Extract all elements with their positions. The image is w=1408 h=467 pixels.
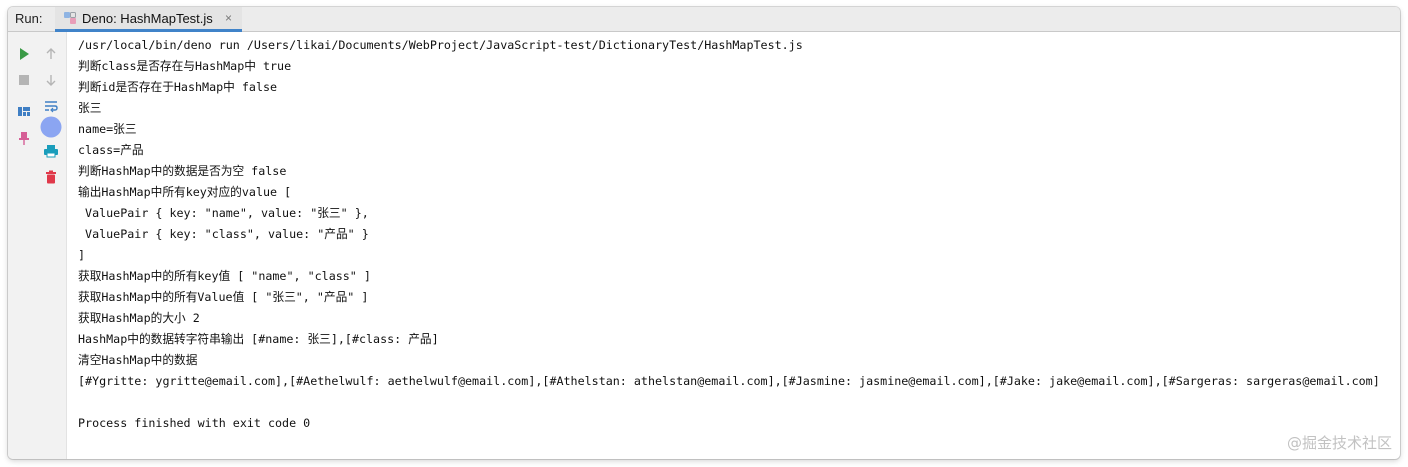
run-tab-bar: Run: Deno: HashMapTest.js × (8, 7, 1400, 32)
console-line: ValuePair { key: "name", value: "张三" }, (78, 206, 369, 220)
console-line: [#Ygritte: ygritte@email.com],[#Aethelwu… (78, 374, 1380, 388)
console-line: 判断id是否存在于HashMap中 false (78, 80, 278, 94)
tab-title: Deno: HashMapTest.js (82, 11, 213, 26)
console-output[interactable]: /usr/local/bin/deno run /Users/likai/Doc… (78, 35, 1400, 434)
run-toolbar (8, 32, 67, 459)
layout-icon[interactable] (16, 103, 32, 119)
console-line: Process finished with exit code 0 (78, 416, 311, 430)
console-line: 清空HashMap中的数据 (78, 353, 198, 367)
down-arrow-icon[interactable] (43, 72, 59, 88)
watermark: @掘金技术社区 (1286, 434, 1392, 452)
console-line: 输出HashMap中所有key对应的value [ (78, 185, 292, 199)
pin-icon[interactable] (16, 130, 32, 146)
console-line: ] (78, 248, 86, 262)
console-line: 获取HashMap的大小 2 (78, 311, 200, 325)
console-line: 判断HashMap中的数据是否为空 false (78, 164, 287, 178)
close-icon[interactable]: × (225, 11, 232, 25)
trash-icon[interactable] (43, 169, 59, 185)
console-line: ValuePair { key: "class", value: "产品" } (78, 227, 369, 241)
stop-icon[interactable] (16, 72, 32, 88)
console-line: 获取HashMap中的所有Value值 [ "张三", "产品" ] (78, 290, 369, 304)
console-line: name=张三 (78, 122, 137, 136)
console-line: 张三 (78, 101, 102, 115)
console-line: class=产品 (78, 143, 144, 157)
scroll-to-end-icon[interactable] (40, 116, 62, 138)
console-line: HashMap中的数据转字符串输出 [#name: 张三],[#class: 产… (78, 332, 439, 346)
up-arrow-icon[interactable] (43, 46, 59, 62)
console-line: 判断class是否存在与HashMap中 true (78, 59, 292, 73)
run-tool-window: Run: Deno: HashMapTest.js × /usr/local/b… (8, 7, 1400, 459)
run-label: Run: (15, 11, 43, 26)
console-line: 获取HashMap中的所有key值 [ "name", "class" ] (78, 269, 371, 283)
soft-wrap-icon[interactable] (43, 98, 59, 114)
deno-config-icon (63, 11, 77, 25)
active-tab-indicator (55, 29, 242, 32)
rerun-icon[interactable] (16, 46, 32, 62)
tab-deno-hashmaptest[interactable]: Deno: HashMapTest.js × (55, 7, 242, 32)
console-line: /usr/local/bin/deno run /Users/likai/Doc… (78, 38, 803, 52)
print-icon[interactable] (43, 143, 59, 159)
